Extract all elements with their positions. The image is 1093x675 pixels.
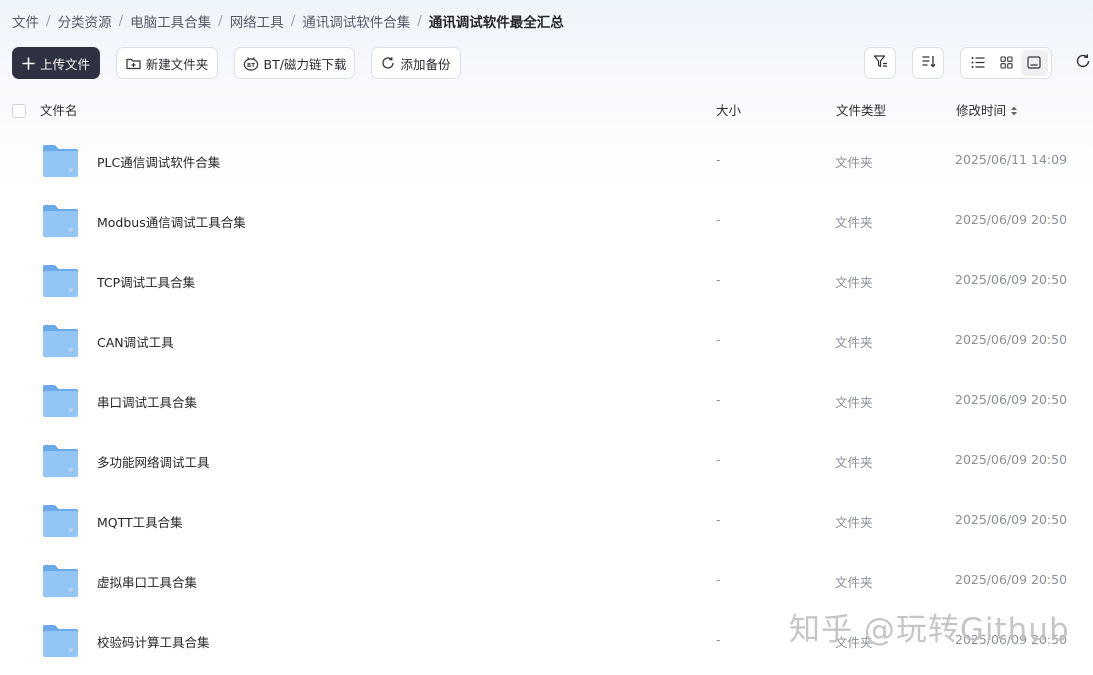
table-row[interactable]: PLC通信调试软件合集 - 文件夹 2025/06/11 14:09 — [0, 131, 1093, 191]
list-view-button[interactable] — [965, 50, 992, 76]
add-backup-button[interactable]: 添加备份 — [371, 47, 461, 79]
grid-view-button[interactable] — [993, 50, 1020, 76]
modified-time: 2025/06/11 14:09 — [955, 152, 1068, 167]
modified-time: 2025/06/09 20:50 — [955, 512, 1068, 527]
table-row[interactable]: Modbus通信调试工具合集 - 文件夹 2025/06/09 20:50 — [0, 191, 1093, 251]
file-type: 文件夹 — [835, 455, 873, 470]
folder-icon — [42, 444, 79, 478]
sort-icon — [921, 54, 936, 72]
breadcrumb-item-files[interactable]: 文件 — [12, 11, 39, 31]
column-header-time[interactable]: 修改时间 — [956, 98, 1018, 124]
modified-time: 2025/06/09 20:50 — [955, 392, 1068, 407]
sync-icon — [381, 56, 395, 70]
modified-time: 2025/06/09 20:50 — [955, 272, 1068, 287]
file-size: - — [716, 572, 721, 587]
folder-icon — [42, 324, 79, 358]
upload-button[interactable]: 上传文件 — [12, 47, 100, 79]
file-type: 文件夹 — [835, 335, 873, 350]
file-name[interactable]: PLC通信调试软件合集 — [97, 152, 220, 171]
file-size: - — [716, 452, 721, 467]
list-view-icon — [971, 54, 985, 73]
file-name[interactable]: 校验码计算工具合集 — [97, 632, 210, 651]
file-size: - — [716, 152, 721, 167]
file-type: 文件夹 — [835, 515, 873, 530]
thumbnail-view-icon — [1027, 54, 1041, 73]
column-header-type[interactable]: 文件类型 — [836, 98, 886, 124]
sort-button[interactable] — [912, 47, 944, 79]
table-row[interactable]: MQTT工具合集 - 文件夹 2025/06/09 20:50 — [0, 491, 1093, 551]
add-backup-button-label: 添加备份 — [400, 56, 451, 72]
breadcrumb-separator: / — [118, 13, 124, 29]
folder-icon — [42, 264, 79, 298]
file-name[interactable]: MQTT工具合集 — [97, 512, 183, 531]
new-folder-button[interactable]: 新建文件夹 — [116, 47, 218, 79]
breadcrumb-item-pc-tools[interactable]: 电脑工具合集 — [130, 11, 211, 31]
bt-icon: BT — [243, 56, 259, 71]
folder-icon — [42, 384, 79, 418]
file-name[interactable]: TCP调试工具合集 — [97, 272, 195, 291]
table-row[interactable]: 串口调试工具合集 - 文件夹 2025/06/09 20:50 — [0, 371, 1093, 431]
file-size: - — [716, 212, 721, 227]
file-type: 文件夹 — [835, 155, 873, 170]
breadcrumb-item-category[interactable]: 分类资源 — [58, 11, 112, 31]
modified-time: 2025/06/09 20:50 — [955, 212, 1068, 227]
filter-button[interactable] — [864, 47, 896, 79]
grid-view-icon — [999, 54, 1013, 73]
breadcrumb-separator: / — [290, 13, 296, 29]
new-folder-button-label: 新建文件夹 — [145, 56, 209, 72]
file-size: - — [716, 272, 721, 287]
breadcrumb: 文件 / 分类资源 / 电脑工具合集 / 网络工具 / 通讯调试软件合集 / 通… — [12, 10, 564, 32]
svg-text:BT: BT — [247, 62, 255, 68]
file-name[interactable]: Modbus通信调试工具合集 — [97, 212, 246, 231]
table-row[interactable]: 多功能网络调试工具 - 文件夹 2025/06/09 20:50 — [0, 431, 1093, 491]
file-size: - — [716, 332, 721, 347]
file-list: PLC通信调试软件合集 - 文件夹 2025/06/11 14:09 Modbu… — [0, 131, 1093, 671]
table-header: 文件名 大小 文件类型 修改时间 — [0, 98, 1093, 124]
modified-time: 2025/06/09 20:50 — [955, 452, 1068, 467]
file-name[interactable]: 多功能网络调试工具 — [97, 452, 210, 471]
file-type: 文件夹 — [835, 275, 873, 290]
folder-icon — [42, 204, 79, 238]
breadcrumb-separator: / — [218, 13, 223, 29]
breadcrumb-item-current: 通讯调试软件最全汇总 — [428, 15, 564, 31]
file-size: - — [716, 512, 721, 527]
bt-download-button[interactable]: BT BT/磁力链下载 — [234, 47, 355, 79]
refresh-icon — [1075, 53, 1091, 73]
folder-icon — [42, 504, 79, 538]
column-header-time-label: 修改时间 — [956, 103, 1007, 118]
column-header-name[interactable]: 文件名 — [40, 98, 78, 124]
view-switcher — [960, 47, 1052, 79]
sort-caret-icon — [1010, 106, 1018, 116]
new-folder-icon — [126, 57, 141, 70]
file-type: 文件夹 — [835, 395, 873, 410]
watermark: 知乎 @玩转Github — [789, 612, 1070, 648]
modified-time: 2025/06/09 20:50 — [955, 572, 1068, 587]
table-row[interactable]: 虚拟串口工具合集 - 文件夹 2025/06/09 20:50 — [0, 551, 1093, 611]
file-type: 文件夹 — [835, 215, 873, 230]
breadcrumb-separator: / — [417, 13, 422, 29]
modified-time: 2025/06/09 20:50 — [955, 332, 1068, 347]
table-row[interactable]: CAN调试工具 - 文件夹 2025/06/09 20:50 — [0, 311, 1093, 371]
file-name[interactable]: 串口调试工具合集 — [97, 392, 197, 411]
upload-button-label: 上传文件 — [39, 56, 90, 72]
folder-icon — [42, 624, 79, 658]
folder-icon — [42, 144, 79, 178]
thumbnail-view-button[interactable] — [1020, 50, 1048, 76]
filter-icon — [873, 54, 888, 72]
folder-icon — [42, 564, 79, 598]
file-name[interactable]: CAN调试工具 — [97, 332, 174, 351]
bt-download-button-label: BT/磁力链下载 — [263, 56, 347, 72]
breadcrumb-separator: / — [46, 13, 51, 29]
refresh-button[interactable] — [1071, 51, 1093, 75]
file-name[interactable]: 虚拟串口工具合集 — [97, 572, 197, 591]
file-size: - — [716, 632, 721, 647]
file-type: 文件夹 — [835, 575, 873, 590]
breadcrumb-item-network-tools[interactable]: 网络工具 — [230, 11, 284, 31]
table-row[interactable]: TCP调试工具合集 - 文件夹 2025/06/09 20:50 — [0, 251, 1093, 311]
breadcrumb-item-comm-debug[interactable]: 通讯调试软件合集 — [302, 11, 410, 31]
column-header-size[interactable]: 大小 — [716, 98, 741, 124]
file-size: - — [716, 392, 721, 407]
plus-icon — [22, 56, 35, 70]
